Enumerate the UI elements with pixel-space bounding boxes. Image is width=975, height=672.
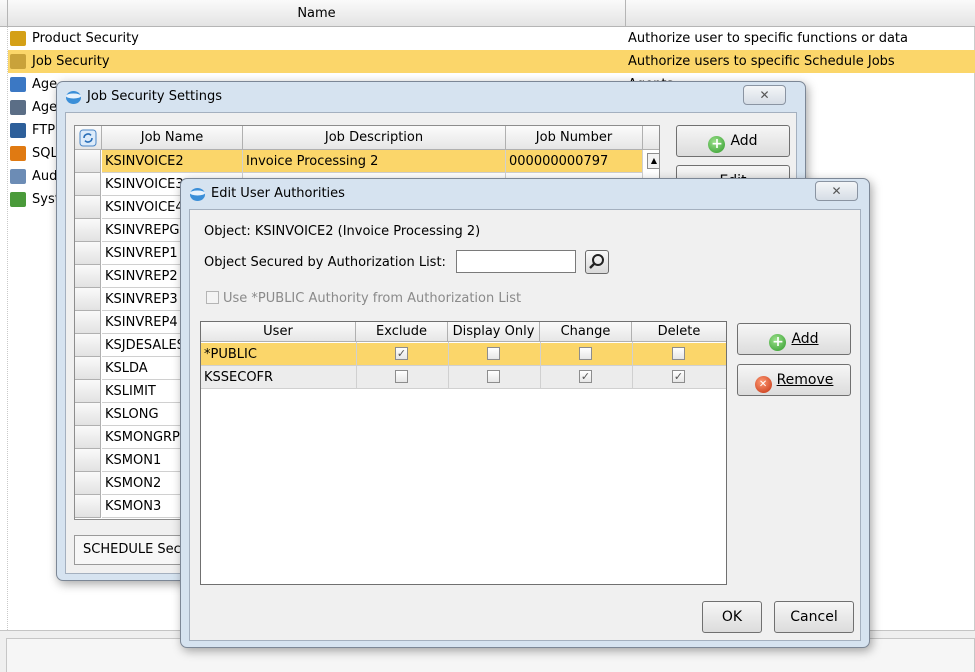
column-job-name[interactable]: Job Name <box>102 126 243 150</box>
user-cell: KSSECOFR <box>204 370 274 385</box>
row-header[interactable] <box>75 449 101 472</box>
column-exclude[interactable]: Exclude <box>356 322 448 342</box>
lookup-button[interactable] <box>585 250 609 274</box>
item-name: Age <box>32 100 58 115</box>
object-line: Object: KSINVOICE2 (Invoice Processing 2… <box>204 224 481 239</box>
row-header[interactable] <box>75 288 101 311</box>
column-job-number[interactable]: Job Number <box>506 126 643 150</box>
ftp-server-icon <box>10 123 26 138</box>
row-header[interactable] <box>75 219 101 242</box>
row-header[interactable] <box>75 173 101 196</box>
environment-icon <box>10 100 26 115</box>
row-header[interactable] <box>75 265 101 288</box>
edit-user-authorities-dialog: Edit User Authorities ✕ Object: KSINVOIC… <box>180 178 870 648</box>
item-name: Age <box>32 77 58 92</box>
delete-checkbox[interactable] <box>672 347 685 360</box>
table-row[interactable]: KSINVOICE2 Invoice Processing 2 0000000007… <box>75 150 643 173</box>
cancel-button[interactable]: Cancel <box>774 601 854 633</box>
row-header[interactable] <box>75 196 101 219</box>
gears-icon <box>10 54 26 69</box>
row-header[interactable] <box>75 403 101 426</box>
table-row[interactable]: *PUBLIC ✓ <box>201 343 726 366</box>
column-job-description[interactable]: Job Description <box>243 126 506 150</box>
add-user-button[interactable]: + Add <box>737 323 851 355</box>
row-header[interactable] <box>75 150 101 173</box>
refresh-icon <box>79 129 97 147</box>
row-header[interactable] <box>75 334 101 357</box>
bottom-field: SCHEDULE Sec <box>74 535 184 565</box>
use-public-checkbox-row[interactable]: Use *PUBLIC Authority from Authorization… <box>206 289 521 306</box>
job-description-cell: Invoice Processing 2 <box>243 150 506 173</box>
add-icon: + <box>769 334 787 351</box>
user-cell: *PUBLIC <box>204 347 257 362</box>
search-icon <box>589 254 604 269</box>
display-only-checkbox[interactable] <box>487 370 500 383</box>
item-name: Aud <box>32 169 58 184</box>
display-only-checkbox[interactable] <box>487 347 500 360</box>
item-description: Authorize user to specific functions or … <box>628 31 908 46</box>
row-header[interactable] <box>75 380 101 403</box>
ok-button[interactable]: OK <box>702 601 762 633</box>
column-delete[interactable]: Delete <box>632 322 726 342</box>
change-checkbox[interactable] <box>579 347 592 360</box>
app-globe-icon <box>190 188 205 201</box>
remove-icon: ✕ <box>754 376 772 393</box>
column-user[interactable]: User <box>201 322 356 342</box>
list-header: Name <box>0 0 975 27</box>
sql-server-icon <box>10 146 26 161</box>
column-display-only[interactable]: Display Only <box>448 322 540 342</box>
delete-checkbox[interactable]: ✓ <box>672 370 685 383</box>
dialog-title: Edit User Authorities <box>187 182 345 204</box>
row-header[interactable] <box>75 357 101 380</box>
remove-user-button[interactable]: ✕ Remove <box>737 364 851 396</box>
table-row[interactable]: KSSECOFR ✓ ✓ <box>201 366 726 389</box>
close-button[interactable]: ✕ <box>815 181 858 201</box>
auth-list-label: Object Secured by Authorization List: <box>204 255 446 270</box>
item-name: Job Security <box>32 54 110 69</box>
lock-icon <box>10 31 26 46</box>
system-settings-icon <box>10 192 26 207</box>
row-header[interactable] <box>75 426 101 449</box>
item-name: SQL <box>32 146 58 161</box>
item-name: FTP <box>32 123 56 138</box>
item-description: Authorize users to specific Schedule Job… <box>628 54 895 69</box>
dialog-title: Job Security Settings <box>63 85 222 107</box>
list-item[interactable]: Product Security Authorize user to specif… <box>8 27 975 50</box>
user-authorities-table: User Exclude Display Only Change Delete … <box>200 321 727 585</box>
job-name-cell: KSINVOICE2 <box>102 150 243 173</box>
column-header-name[interactable]: Name <box>8 0 626 27</box>
audit-icon <box>10 169 26 184</box>
row-header[interactable] <box>75 311 101 334</box>
change-checkbox[interactable]: ✓ <box>579 370 592 383</box>
row-header[interactable] <box>75 242 101 265</box>
column-change[interactable]: Change <box>540 322 632 342</box>
job-number-cell: 000000000797 <box>506 150 643 173</box>
row-header[interactable] <box>75 472 101 495</box>
use-public-checkbox[interactable] <box>206 291 219 304</box>
scroll-up-button[interactable]: ▲ <box>647 153 659 169</box>
add-job-button[interactable]: + Add <box>676 125 790 157</box>
close-button[interactable]: ✕ <box>743 85 786 105</box>
exclude-checkbox[interactable]: ✓ <box>395 347 408 360</box>
row-header[interactable] <box>75 495 101 518</box>
exclude-checkbox[interactable] <box>395 370 408 383</box>
refresh-header[interactable] <box>75 126 102 150</box>
list-item[interactable]: Job Security Authorize users to specific … <box>8 50 975 73</box>
app-globe-icon <box>66 91 81 104</box>
authorization-list-input[interactable] <box>456 250 576 273</box>
item-name: Product Security <box>32 31 139 46</box>
computer-icon <box>10 77 26 92</box>
add-icon: + <box>708 136 726 153</box>
